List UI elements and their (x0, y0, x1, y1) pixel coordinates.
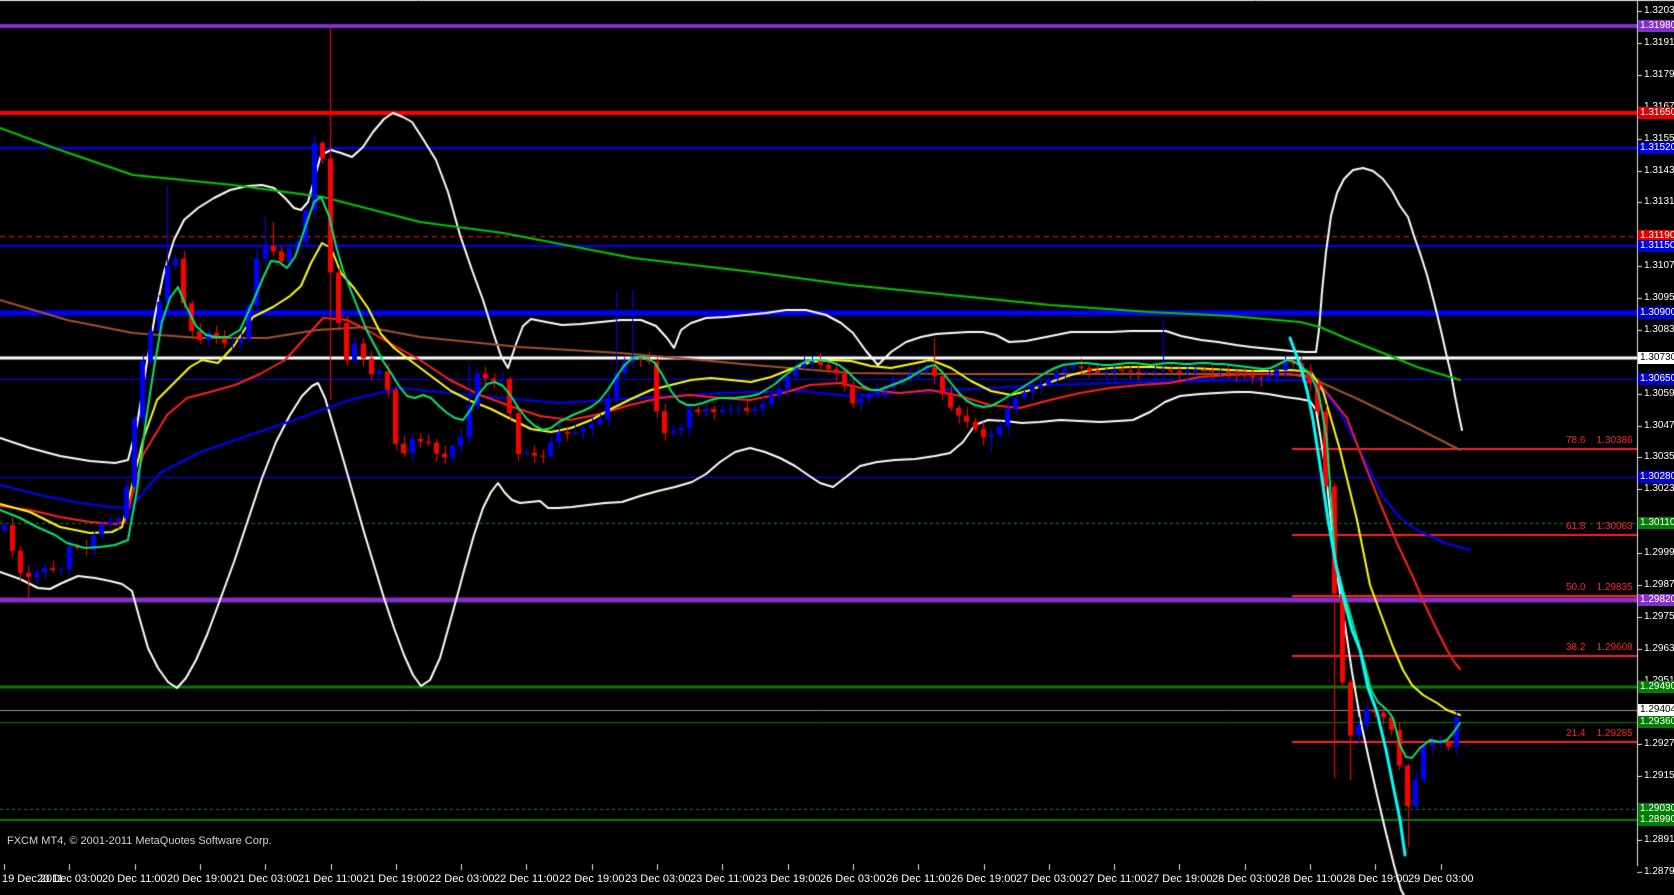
fib-level-label: 21.4 1.29285 (1566, 728, 1633, 739)
price-tick-label: 1.31795 (1644, 69, 1674, 81)
price-level-tag: 1.28990 (1638, 814, 1674, 826)
time-tick-label: 28 Dec 11:00 (1278, 873, 1343, 885)
price-tick-label: 1.29755 (1644, 611, 1674, 623)
price-level-tag: 1.31520 (1638, 142, 1674, 154)
price-level-tag: 1.29490 (1638, 681, 1674, 693)
fib-level-label: 38.2 1.29608 (1566, 642, 1633, 653)
price-tick-label: 1.30235 (1644, 483, 1674, 495)
time-tick-label: 20 Dec 11:00 (102, 873, 167, 885)
time-tick-label: 28 Dec 03:00 (1212, 873, 1277, 885)
price-tick-label: 1.29635 (1644, 643, 1674, 655)
price-tick-label: 1.28795 (1644, 866, 1674, 878)
price-level-tag: 1.29360 (1638, 716, 1674, 728)
time-tick-label: 26 Dec 19:00 (951, 873, 1016, 885)
price-tick-label: 1.29155 (1644, 770, 1674, 782)
price-level-tag: 1.31150 (1638, 240, 1674, 252)
price-level-tag: 1.30110 (1638, 517, 1674, 529)
fib-level-label: 61.8 1.30063 (1566, 521, 1633, 532)
copyright-text: FXCM MT4, © 2001-2011 MetaQuotes Softwar… (7, 835, 272, 847)
price-level-tag: 1.31650 (1638, 107, 1674, 119)
time-tick-label: 27 Dec 03:00 (1016, 873, 1081, 885)
fib-level-label: 78.6 1.30386 (1566, 435, 1633, 446)
time-tick-label: 27 Dec 19:00 (1147, 873, 1212, 885)
price-level-tag: 1.29820 (1638, 594, 1674, 606)
price-level-tag: 1.29404 (1638, 704, 1674, 716)
time-tick-label: 29 Dec 03:00 (1408, 873, 1473, 885)
price-tick-label: 1.30835 (1644, 324, 1674, 336)
price-level-tag: 1.30730 (1638, 352, 1674, 364)
price-tick-label: 1.31435 (1644, 165, 1674, 177)
price-level-tag: 1.31980 (1638, 20, 1674, 32)
price-tick-label: 1.30475 (1644, 420, 1674, 432)
time-tick-label: 26 Dec 03:00 (820, 873, 885, 885)
fib-level-label: 50.0 1.29835 (1566, 582, 1633, 593)
price-tick-label: 1.31075 (1644, 260, 1674, 272)
price-tick-label: 1.29995 (1644, 547, 1674, 559)
time-tick-label: 20 Dec 03:00 (37, 873, 102, 885)
time-tick-label: 21 Dec 03:00 (233, 873, 298, 885)
time-tick-label: 21 Dec 11:00 (298, 873, 363, 885)
time-tick-label: 23 Dec 11:00 (690, 873, 755, 885)
price-tick-label: 1.30595 (1644, 388, 1674, 400)
price-tick-label: 1.32035 (1644, 5, 1674, 17)
price-tick-label: 1.30955 (1644, 292, 1674, 304)
time-tick-label: 22 Dec 19:00 (559, 873, 624, 885)
time-tick-label: 26 Dec 11:00 (886, 873, 951, 885)
price-tick-label: 1.29875 (1644, 579, 1674, 591)
price-level-tag: 1.30280 (1638, 471, 1674, 483)
time-tick-label: 27 Dec 11:00 (1082, 873, 1147, 885)
price-tick-label: 1.31315 (1644, 196, 1674, 208)
time-tick-label: 22 Dec 03:00 (429, 873, 494, 885)
mt4-chart-window: FXCM MT4, © 2001-2011 MetaQuotes Softwar… (0, 0, 1674, 895)
price-tick-label: 1.29275 (1644, 738, 1674, 750)
time-tick-label: 28 Dec 19:00 (1343, 873, 1408, 885)
price-level-tag: 1.30900 (1638, 307, 1674, 319)
time-tick-label: 22 Dec 11:00 (494, 873, 559, 885)
price-chart-canvas[interactable] (0, 0, 1674, 895)
price-tick-label: 1.31915 (1644, 37, 1674, 49)
time-tick-label: 21 Dec 19:00 (363, 873, 428, 885)
time-tick-label: 23 Dec 03:00 (625, 873, 690, 885)
time-tick-label: 23 Dec 19:00 (755, 873, 820, 885)
time-tick-label: 20 Dec 19:00 (167, 873, 232, 885)
price-level-tag: 1.30650 (1638, 373, 1674, 385)
price-tick-label: 1.28915 (1644, 834, 1674, 846)
price-tick-label: 1.30355 (1644, 451, 1674, 463)
